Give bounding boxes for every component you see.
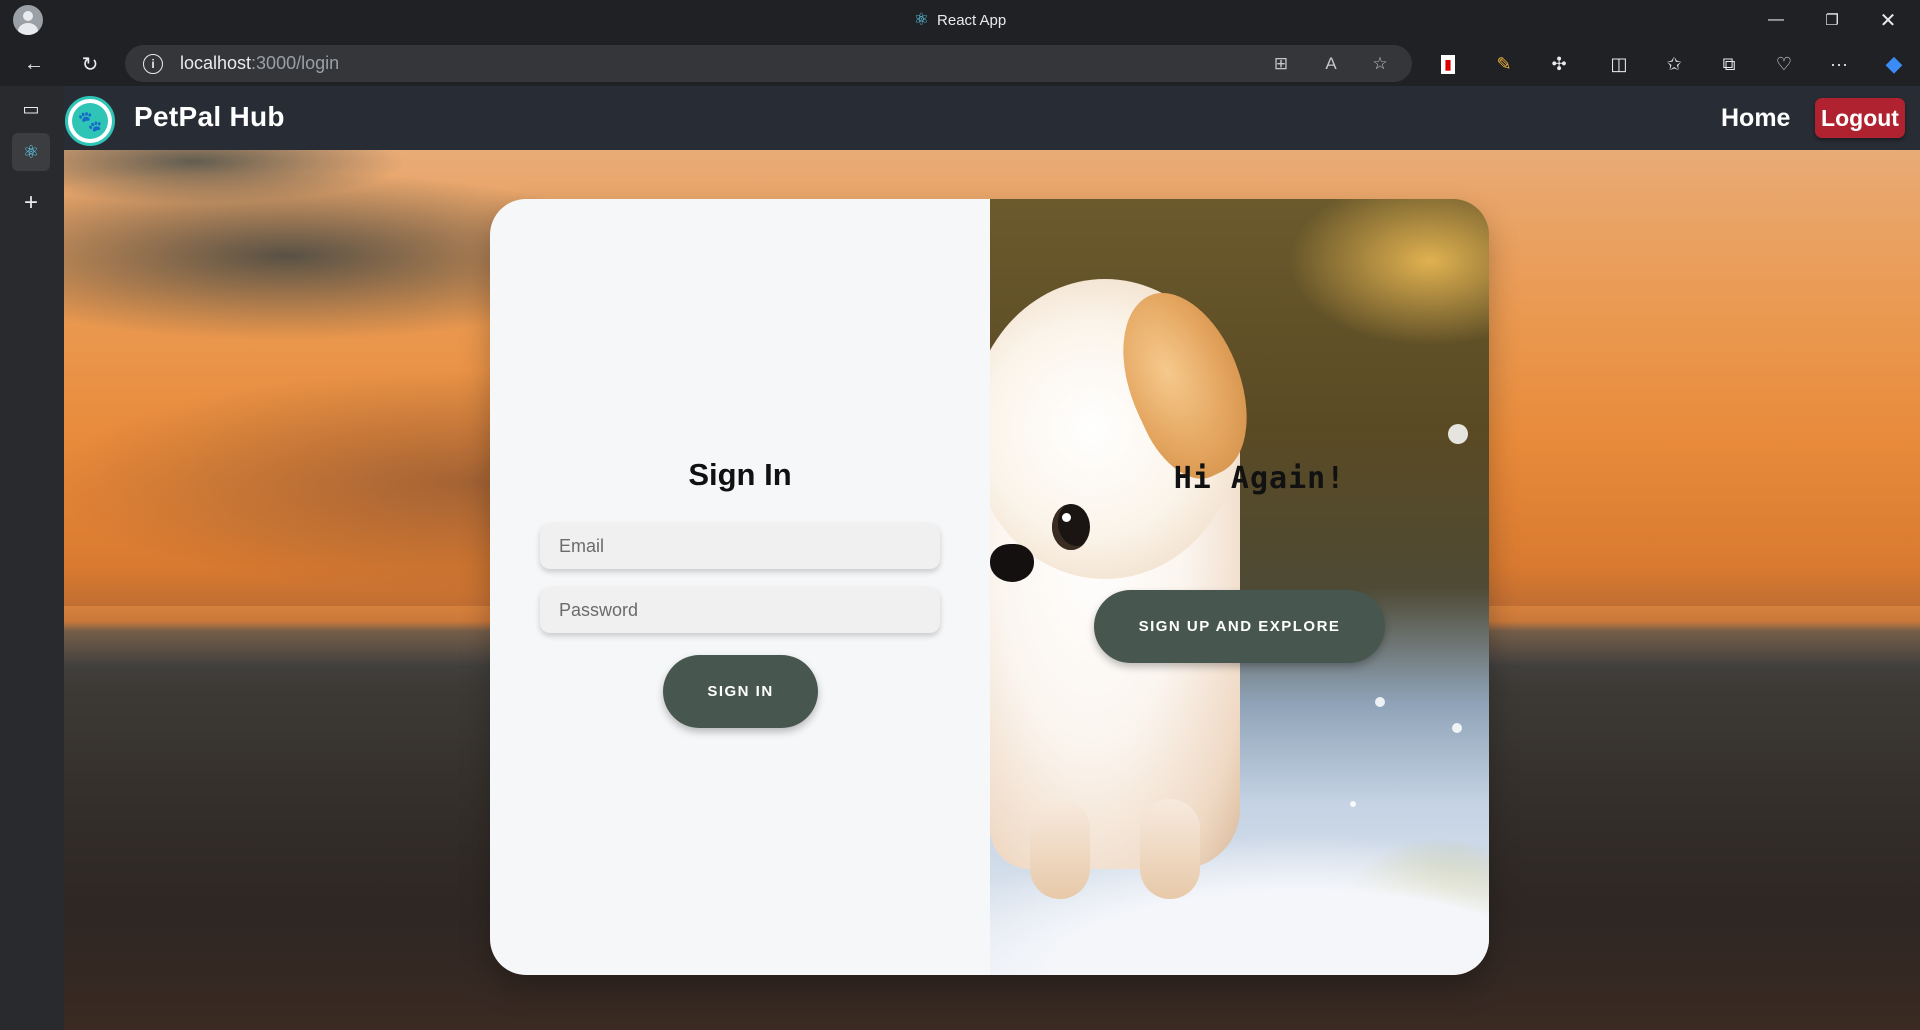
- puppy-leg: [1030, 799, 1090, 899]
- close-window-icon[interactable]: ✕: [1860, 0, 1916, 40]
- url-host: localhost: [180, 53, 252, 73]
- favorite-star-icon[interactable]: ☆: [1367, 51, 1393, 77]
- refresh-icon[interactable]: ↻: [74, 48, 106, 80]
- url-path: :3000/login: [251, 53, 340, 73]
- vertical-tab-strip: ▭ ⚛ +: [0, 86, 64, 1030]
- sign-in-panel: Sign In SIGN IN: [490, 199, 990, 975]
- welcome-panel: Hi Again! SIGN UP AND EXPLORE: [990, 199, 1489, 975]
- puppy-nose: [990, 544, 1034, 582]
- snow-sparkle: [1350, 801, 1356, 807]
- paw-icon: 🐾: [72, 103, 108, 139]
- browser-title-bar: ⚛ React App — ❐ ✕: [0, 0, 1920, 40]
- restore-icon[interactable]: ❐: [1804, 0, 1860, 40]
- address-bar[interactable]: i localhost:3000/login ⊞ A ☆: [125, 45, 1412, 82]
- health-icon[interactable]: ♡: [1768, 48, 1800, 80]
- window-title: ⚛ React App: [914, 10, 1006, 30]
- sign-up-explore-button[interactable]: SIGN UP AND EXPLORE: [1094, 590, 1385, 663]
- react-favicon-icon: ⚛: [913, 10, 930, 29]
- new-tab-icon[interactable]: +: [12, 184, 50, 222]
- collections-icon[interactable]: ⧉: [1713, 48, 1745, 80]
- puppy-eye: [1052, 504, 1090, 550]
- login-card: Sign In SIGN IN Hi Again! SIGN UP AND EX…: [490, 199, 1489, 975]
- tab-actions-icon[interactable]: ▭: [12, 90, 50, 128]
- logout-button[interactable]: Logout: [1815, 98, 1905, 138]
- sign-in-title: Sign In: [688, 457, 792, 492]
- window-title-text: React App: [937, 11, 1007, 29]
- puppy-leg: [1140, 799, 1200, 899]
- snow-sparkle: [1448, 424, 1468, 444]
- read-aloud-icon[interactable]: A: [1318, 51, 1344, 77]
- browser-toolbar: ← ↻ i localhost:3000/login ⊞ A ☆ ▮ ✎ ✣ ◫…: [0, 40, 1920, 86]
- snow-sparkle: [1452, 723, 1462, 733]
- extension-badge-icon[interactable]: ▮: [1432, 48, 1464, 80]
- welcome-title: Hi Again!: [1173, 461, 1346, 496]
- paint-icon[interactable]: ✎: [1488, 48, 1520, 80]
- sign-in-button[interactable]: SIGN IN: [663, 655, 818, 728]
- minimize-icon[interactable]: —: [1748, 0, 1804, 40]
- brand-name[interactable]: PetPal Hub: [134, 101, 285, 133]
- password-input[interactable]: [540, 587, 940, 633]
- back-icon[interactable]: ←: [18, 48, 50, 80]
- favorites-icon[interactable]: ✩: [1658, 48, 1690, 80]
- app-viewport: 🐾 PetPal Hub Home Logout Sign In SIGN IN: [64, 86, 1920, 1030]
- email-input[interactable]: [540, 523, 940, 569]
- puzzle-icon[interactable]: ✣: [1543, 48, 1575, 80]
- url-text[interactable]: localhost:3000/login: [180, 53, 339, 74]
- profile-avatar-icon[interactable]: [13, 5, 43, 35]
- site-info-icon[interactable]: i: [143, 53, 163, 74]
- nav-home-link[interactable]: Home: [1721, 104, 1790, 133]
- tab-react-app[interactable]: ⚛: [12, 133, 50, 171]
- snow-sparkle: [1375, 697, 1385, 707]
- app-navbar: 🐾 PetPal Hub Home Logout: [64, 86, 1920, 150]
- copilot-icon[interactable]: ◆: [1878, 48, 1910, 80]
- apps-icon[interactable]: ⊞: [1268, 51, 1294, 77]
- petpal-logo[interactable]: 🐾: [65, 96, 115, 146]
- split-screen-icon[interactable]: ◫: [1603, 48, 1635, 80]
- more-icon[interactable]: ···: [1823, 48, 1855, 80]
